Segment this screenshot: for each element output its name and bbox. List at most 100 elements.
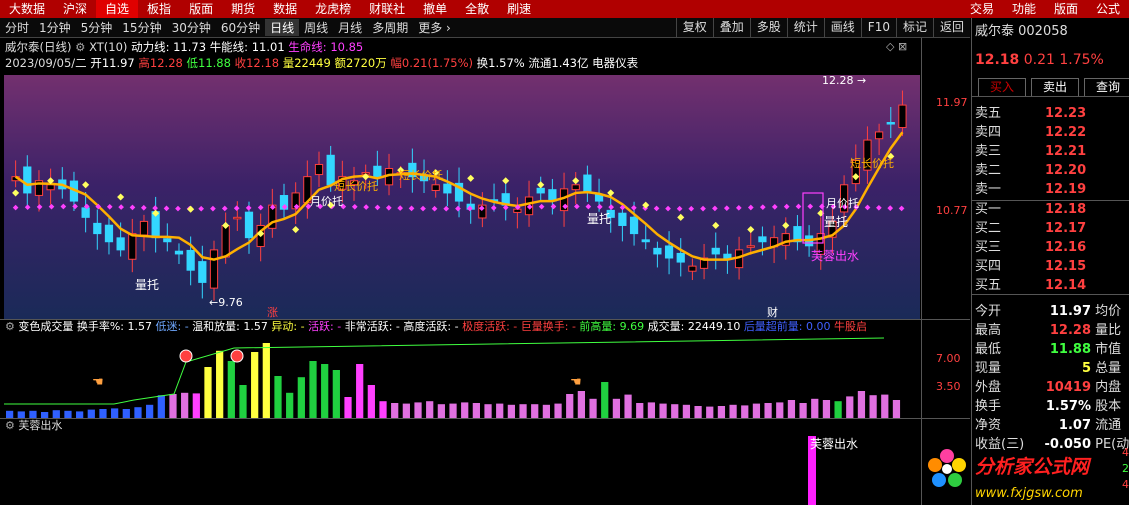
candle[interactable] [793,215,802,251]
volume-bar[interactable] [892,400,901,418]
candle[interactable] [746,229,755,255]
volume-bar[interactable] [379,401,387,418]
volume-bar[interactable] [134,407,142,418]
candle[interactable] [898,90,907,137]
volume-bar[interactable] [834,401,842,418]
settings-icon[interactable]: ⚙ [75,40,85,54]
volume-bar[interactable] [752,403,761,418]
close-icon[interactable]: ⊠ [898,40,907,53]
buy-button[interactable]: 买入 [978,78,1026,97]
candle[interactable] [513,197,522,229]
volume-bar[interactable] [76,411,84,418]
volume-bar[interactable] [356,364,364,418]
query-button[interactable]: 查询 [1084,78,1129,97]
volume-bar[interactable] [542,404,550,418]
volume-bar[interactable] [29,410,37,418]
candle[interactable] [58,167,67,199]
candle[interactable] [23,155,32,206]
period-tab-0[interactable]: 分时 [0,19,34,36]
candle[interactable] [104,217,114,255]
volume-bar[interactable] [426,401,434,418]
candle[interactable] [618,205,627,242]
volume-bar[interactable] [227,361,235,418]
volume-bar[interactable] [636,403,644,418]
volume-bar[interactable] [297,377,305,418]
volume-bar[interactable] [869,395,877,418]
candle[interactable] [174,243,184,265]
volume-bar[interactable] [204,367,212,418]
menu-right-item-2[interactable]: 版面 [1045,0,1087,18]
menu-item-9[interactable]: 撤单 [414,0,456,18]
candle[interactable] [548,178,557,215]
candle[interactable] [256,213,265,262]
volume-bar[interactable] [169,394,177,418]
candle[interactable] [664,231,674,275]
furong-chart[interactable]: 芙蓉出水 [4,432,920,505]
period-tab-9[interactable]: 多周期 [367,19,413,36]
candle[interactable] [314,151,324,187]
volume-bar[interactable] [554,403,562,418]
volume-bar[interactable] [776,402,784,418]
volume-bar[interactable] [286,392,294,418]
menu-item-7[interactable]: 龙虎榜 [306,0,360,18]
menu-item-0[interactable]: 大数据 [0,0,54,18]
diamond-icon[interactable]: ◇ [886,40,894,53]
toolbar-button-4[interactable]: 画线 [823,18,861,37]
volume-bar[interactable] [332,370,340,418]
period-tab-3[interactable]: 15分钟 [117,19,166,36]
volume-bar[interactable] [764,403,772,418]
period-tab-8[interactable]: 月线 [333,19,367,36]
period-tab-10[interactable]: 更多 › [413,19,456,36]
volume-bar[interactable] [846,396,854,418]
volume-bar[interactable] [589,398,597,418]
menu-item-2[interactable]: 自选 [96,0,139,18]
volume-bar[interactable] [17,411,25,418]
candle[interactable] [139,214,149,252]
volume-bar[interactable] [881,394,889,418]
toolbar-button-3[interactable]: 统计 [786,18,824,37]
volume-bar[interactable] [682,404,691,418]
candle[interactable] [233,201,242,231]
menu-item-11[interactable]: 刷速 [498,0,540,18]
volume-bar[interactable] [577,391,586,418]
volume-bar[interactable] [729,404,737,418]
volume-bar[interactable] [344,397,352,418]
toolbar-button-0[interactable]: 复权 [675,18,713,37]
period-tab-1[interactable]: 1分钟 [34,19,76,36]
menu-item-10[interactable]: 全散 [456,0,498,18]
menu-right-item-1[interactable]: 功能 [1003,0,1045,18]
volume-bar[interactable] [566,394,574,418]
volume-bar[interactable] [671,404,679,418]
candle[interactable] [443,170,452,207]
volume-chart[interactable]: ☚ ☚ [4,334,920,418]
settings-icon[interactable]: ⚙ [5,419,15,432]
candle[interactable] [151,196,160,253]
volume-bar[interactable] [52,410,60,418]
candle[interactable] [874,123,884,156]
volume-bar[interactable] [484,404,492,418]
volume-bar[interactable] [507,404,515,418]
candle[interactable] [699,243,709,280]
toolbar-button-6[interactable]: 标记 [895,18,933,37]
menu-item-8[interactable]: 财联社 [360,0,414,18]
volume-bar[interactable] [274,376,282,418]
volume-bar[interactable] [531,404,539,418]
volume-bar[interactable] [601,382,609,418]
candle[interactable] [11,160,20,188]
panel-controls[interactable]: ◇ ⊠ [886,40,907,53]
volume-bar[interactable] [309,361,317,418]
volume-bar[interactable] [251,352,259,418]
volume-bar[interactable] [799,403,807,418]
volume-bar[interactable] [612,398,621,418]
volume-bar[interactable] [87,409,95,418]
candle[interactable] [209,240,219,301]
volume-bar[interactable] [239,385,247,418]
volume-bar[interactable] [461,402,469,418]
candle[interactable] [711,232,720,270]
volume-bar[interactable] [811,398,819,418]
volume-bar[interactable] [624,394,632,418]
volume-bar[interactable] [822,400,831,418]
toolbar-button-1[interactable]: 叠加 [712,18,750,37]
candle[interactable] [93,209,102,250]
candle[interactable] [571,172,580,205]
